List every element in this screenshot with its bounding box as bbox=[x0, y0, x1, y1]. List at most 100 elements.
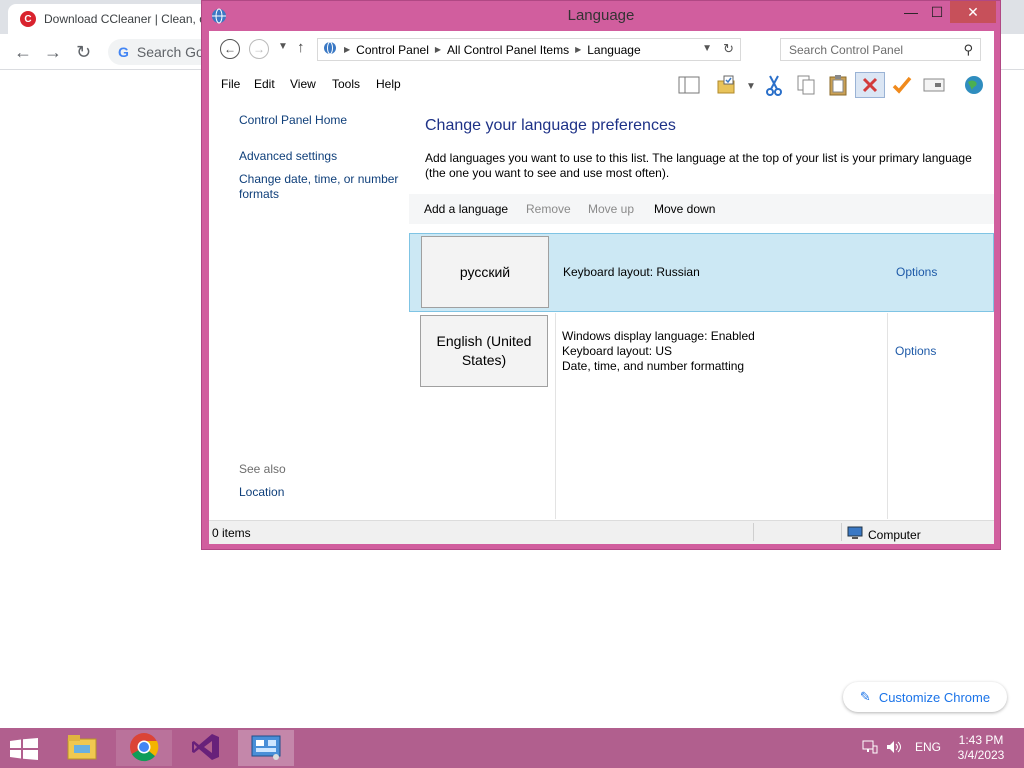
add-language-button[interactable]: Add a language bbox=[424, 202, 508, 216]
change-formats-link[interactable]: Change date, time, or number formats bbox=[239, 172, 404, 202]
file-explorer-taskbar-button[interactable] bbox=[54, 730, 110, 766]
search-input[interactable]: Search Control Panel ⚲ bbox=[780, 38, 981, 61]
search-placeholder: Search Control Panel bbox=[789, 42, 904, 57]
computer-icon bbox=[847, 526, 863, 543]
page-title: Change your language preferences bbox=[425, 117, 676, 134]
layout-pane-icon[interactable] bbox=[674, 72, 704, 98]
computer-label: Computer bbox=[868, 527, 921, 542]
chrome-taskbar-button[interactable] bbox=[116, 730, 172, 766]
volume-icon[interactable] bbox=[886, 740, 902, 757]
paste-icon[interactable] bbox=[823, 72, 853, 98]
refresh-icon[interactable]: ↻ bbox=[723, 41, 734, 57]
folder-icon bbox=[66, 733, 98, 764]
move-down-button[interactable]: Move down bbox=[654, 202, 715, 216]
chrome-tab-title: Download CCleaner | Clean, o bbox=[44, 12, 206, 26]
checkmark-icon[interactable] bbox=[887, 72, 917, 98]
windows-start-icon[interactable] bbox=[10, 738, 38, 760]
close-icon: ✕ bbox=[967, 3, 979, 20]
address-field[interactable]: ▶ Control Panel ▶ All Control Panel Item… bbox=[317, 38, 741, 61]
pencil-icon: ✎ bbox=[859, 689, 871, 704]
location-link[interactable]: Location bbox=[239, 485, 404, 500]
breadcrumb-control-panel[interactable]: Control Panel bbox=[356, 43, 429, 57]
taskbar: ENG 1:43 PM 3/4/2023 bbox=[0, 728, 1024, 768]
language-tile[interactable]: English (United States) bbox=[420, 315, 548, 387]
menu-help[interactable]: Help bbox=[376, 77, 401, 91]
system-clock[interactable]: 1:43 PM 3/4/2023 bbox=[950, 733, 1012, 763]
menu-tools[interactable]: Tools bbox=[332, 77, 360, 91]
language-name: English (United States) bbox=[436, 333, 532, 368]
options-link[interactable]: Options bbox=[896, 265, 937, 279]
forward-button[interactable]: → bbox=[249, 39, 269, 59]
control-panel-icon bbox=[322, 40, 338, 59]
advanced-settings-link[interactable]: Advanced settings bbox=[239, 149, 404, 164]
status-divider bbox=[753, 523, 754, 541]
control-panel-home-link[interactable]: Control Panel Home bbox=[239, 113, 404, 128]
language-detail-line: Keyboard layout: Russian bbox=[563, 265, 700, 279]
language-details: Keyboard layout: Russian bbox=[563, 265, 700, 280]
language-window: Language — ☐ ✕ ← → ▼ ↑ ▶ Control Panel ▶… bbox=[201, 0, 1001, 550]
menu-file[interactable]: File bbox=[221, 77, 240, 91]
copy-icon[interactable] bbox=[791, 72, 821, 98]
see-also-heading: See also bbox=[239, 462, 286, 476]
globe-icon[interactable] bbox=[959, 72, 989, 98]
menu-edit[interactable]: Edit bbox=[254, 77, 275, 91]
clock-time: 1:43 PM bbox=[958, 733, 1004, 747]
remove-button[interactable]: Remove bbox=[526, 202, 571, 216]
language-detail-line: Keyboard layout: US bbox=[562, 344, 673, 358]
minimize-button[interactable]: — bbox=[898, 1, 924, 23]
breadcrumb-language[interactable]: Language bbox=[587, 43, 640, 57]
address-dropdown-icon[interactable]: ▼ bbox=[702, 43, 712, 54]
folder-options-icon[interactable] bbox=[712, 72, 742, 98]
chevron-down-icon[interactable]: ▼ bbox=[746, 81, 756, 92]
menu-bar: File Edit View Tools Help ▼ bbox=[209, 67, 994, 101]
breadcrumb-all-items[interactable]: All Control Panel Items bbox=[447, 43, 569, 57]
left-nav-pane: Control Panel Home Advanced settings Cha… bbox=[209, 101, 409, 519]
breadcrumb-separator-icon[interactable]: ▶ bbox=[344, 45, 350, 54]
network-icon[interactable] bbox=[862, 740, 878, 757]
options-link[interactable]: Options bbox=[895, 344, 936, 358]
breadcrumb-separator-icon[interactable]: ▶ bbox=[435, 45, 441, 54]
google-icon: G bbox=[118, 44, 129, 60]
command-bar: Add a language Remove Move up Move down bbox=[409, 194, 994, 224]
recent-pages-chevron-icon[interactable]: ▼ bbox=[278, 41, 288, 52]
column-divider bbox=[555, 313, 556, 519]
language-row[interactable]: русский Keyboard layout: Russian Options bbox=[409, 233, 994, 312]
back-arrow-icon[interactable]: ← bbox=[14, 42, 32, 63]
breadcrumb-separator-icon[interactable]: ▶ bbox=[575, 45, 581, 54]
search-icon[interactable]: ⚲ bbox=[963, 42, 973, 58]
forward-arrow-icon[interactable]: → bbox=[44, 42, 62, 63]
main-content: Change your language preferences Add lan… bbox=[409, 101, 994, 519]
control-panel-icon bbox=[250, 733, 282, 764]
chrome-tab[interactable]: C Download CCleaner | Clean, o bbox=[8, 4, 208, 34]
maximize-icon: ☐ bbox=[930, 3, 944, 20]
delete-icon[interactable] bbox=[855, 72, 885, 98]
maximize-button[interactable]: ☐ bbox=[924, 1, 950, 23]
customize-chrome-label: Customize Chrome bbox=[878, 689, 991, 705]
cut-icon[interactable] bbox=[759, 72, 789, 98]
input-language-indicator[interactable]: ENG bbox=[915, 740, 941, 754]
visual-studio-icon bbox=[191, 732, 221, 765]
title-bar[interactable]: Language — ☐ ✕ bbox=[202, 1, 1000, 31]
omnibox-text: Search Go bbox=[136, 44, 204, 60]
visual-studio-taskbar-button[interactable] bbox=[178, 730, 234, 766]
customize-chrome-button[interactable]: ✎ Customize Chrome bbox=[843, 682, 1007, 712]
reload-icon[interactable]: ↻ bbox=[76, 42, 91, 63]
back-button[interactable]: ← bbox=[220, 39, 240, 59]
status-divider bbox=[841, 523, 842, 541]
properties-icon[interactable] bbox=[919, 72, 949, 98]
language-detail-line: Windows display language: Enabled bbox=[562, 329, 755, 343]
clock-date: 3/4/2023 bbox=[957, 748, 1005, 762]
up-arrow-icon[interactable]: ↑ bbox=[297, 39, 305, 56]
menu-view[interactable]: View bbox=[290, 77, 316, 91]
control-panel-taskbar-button[interactable] bbox=[238, 730, 294, 766]
language-name: русский bbox=[459, 263, 511, 280]
window-client: ← → ▼ ↑ ▶ Control Panel ▶ All Control Pa… bbox=[209, 31, 994, 544]
page-description: Add languages you want to use to this li… bbox=[425, 151, 972, 180]
address-bar-row: ← → ▼ ↑ ▶ Control Panel ▶ All Control Pa… bbox=[209, 31, 994, 67]
move-up-button[interactable]: Move up bbox=[588, 202, 634, 216]
language-row[interactable]: English (United States) Windows display … bbox=[409, 313, 994, 519]
language-tile[interactable]: русский bbox=[421, 236, 549, 308]
item-count: 0 items bbox=[212, 526, 251, 540]
language-detail-line: Date, time, and number formatting bbox=[562, 359, 745, 373]
close-button[interactable]: ✕ bbox=[950, 1, 996, 23]
